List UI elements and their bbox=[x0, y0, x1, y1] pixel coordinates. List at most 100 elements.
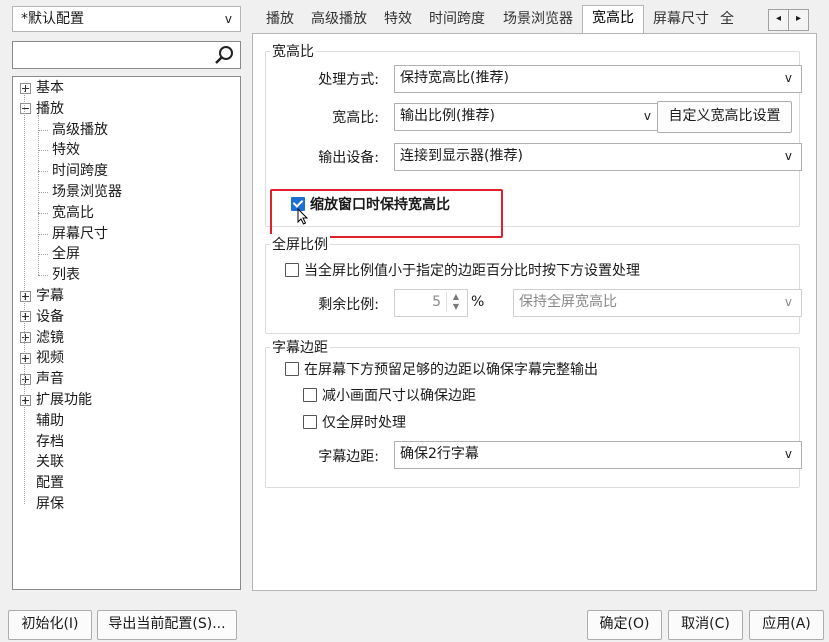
settings-panel: 宽高比 处理方式: 保持宽高比(推荐) v 宽高比: 输出比例(推荐) v 自定… bbox=[252, 33, 817, 591]
tree-item[interactable]: 设备 bbox=[20, 307, 64, 327]
shrink-picture-label: 减小画面尺寸以确保边距 bbox=[322, 388, 476, 404]
tree-item[interactable]: 存档 bbox=[20, 432, 64, 452]
tree-item-label: 场景浏览器 bbox=[52, 184, 122, 200]
expand-plus-icon[interactable] bbox=[20, 290, 31, 302]
tree-item[interactable]: 扩展功能 bbox=[20, 390, 92, 410]
tree-connector bbox=[38, 171, 48, 173]
tree-item[interactable]: 屏保 bbox=[20, 494, 64, 514]
export-config-button[interactable]: 导出当前配置(S)... bbox=[97, 610, 237, 640]
fullscreen-only-label: 仅全屏时处理 bbox=[322, 415, 406, 431]
fullscreen-only-checkbox[interactable]: 仅全屏时处理 bbox=[303, 414, 406, 432]
method-select[interactable]: 保持宽高比(推荐) v bbox=[394, 65, 802, 93]
keep-aspect-on-resize-checkbox[interactable]: 缩放窗口时保持宽高比 bbox=[291, 196, 450, 214]
tree-item-label: 特效 bbox=[52, 142, 80, 159]
tree-guide-line bbox=[38, 114, 39, 276]
chevron-down-icon: v bbox=[784, 149, 792, 163]
remaining-spinner[interactable]: 5 ▲ ▼ bbox=[394, 289, 468, 317]
tree-item[interactable]: 播放 bbox=[20, 99, 64, 119]
ratio-select[interactable]: 输出比例(推荐) v bbox=[394, 103, 661, 131]
tree-connector bbox=[38, 192, 48, 193]
tree-item[interactable]: 全屏 bbox=[52, 244, 80, 264]
tree-item-label: 基本 bbox=[36, 80, 64, 96]
spinner-arrows-icon[interactable]: ▲ ▼ bbox=[446, 292, 465, 312]
device-select[interactable]: 连接到显示器(推荐) v bbox=[394, 143, 802, 171]
fullscreen-process-checkbox[interactable]: 当全屏比例值小于指定的边距百分比时按下方设置处理 bbox=[285, 262, 640, 280]
remaining-unit: % bbox=[471, 294, 485, 310]
tree-item[interactable]: 声音 bbox=[20, 369, 64, 389]
tree-item-label: 字幕 bbox=[36, 288, 64, 304]
custom-aspect-button[interactable]: 自定义宽高比设置 bbox=[657, 101, 792, 133]
search-input[interactable] bbox=[12, 41, 241, 69]
tab-item[interactable]: 高级播放 bbox=[304, 7, 374, 33]
tree-connector bbox=[38, 129, 48, 131]
tree-item-label: 设备 bbox=[36, 308, 64, 325]
mouse-cursor-icon bbox=[297, 208, 308, 225]
tree-item[interactable]: 关联 bbox=[20, 452, 64, 472]
collapse-minus-icon[interactable] bbox=[20, 103, 31, 115]
subtitle-reserve-checkbox[interactable]: 在屏幕下方预留足够的边距以确保字幕完整输出 bbox=[285, 361, 598, 379]
search-icon[interactable] bbox=[214, 45, 234, 65]
tree-item-label: 辅助 bbox=[36, 412, 64, 429]
tree-item[interactable]: 字幕 bbox=[20, 286, 64, 306]
chevron-down-icon: v bbox=[784, 447, 792, 461]
tab-scroll-right-button[interactable]: ▸ bbox=[788, 9, 809, 31]
fullscreen-process-label: 当全屏比例值小于指定的边距百分比时按下方设置处理 bbox=[304, 263, 640, 279]
tree-connector bbox=[38, 254, 48, 256]
method-select-value: 保持宽高比(推荐) bbox=[400, 70, 509, 86]
cancel-button[interactable]: 取消(C) bbox=[668, 610, 743, 640]
tree-item[interactable]: 滤镜 bbox=[20, 328, 64, 348]
tab-item[interactable]: 播放 bbox=[260, 7, 300, 33]
tree-item[interactable]: 列表 bbox=[52, 265, 80, 285]
tree-item[interactable]: 辅助 bbox=[20, 411, 64, 431]
subtitle-margin-select[interactable]: 确保2行字幕 v bbox=[394, 441, 802, 469]
tree-item-label: 声音 bbox=[36, 371, 64, 388]
tree-item-label: 存档 bbox=[36, 433, 64, 450]
settings-tree[interactable]: 基本播放高级播放特效时间跨度场景浏览器宽高比 屏幕尺寸 全屏列表字幕设备滤镜视频声音… bbox=[12, 76, 241, 590]
tab-item[interactable]: 全 bbox=[720, 7, 738, 33]
shrink-picture-checkbox[interactable]: 减小画面尺寸以确保边距 bbox=[303, 387, 476, 405]
expand-plus-icon[interactable] bbox=[20, 352, 31, 364]
expand-plus-icon[interactable] bbox=[20, 311, 31, 323]
expand-plus-icon[interactable] bbox=[20, 373, 31, 385]
aspect-group-title: 宽高比 bbox=[270, 41, 316, 61]
tab-item[interactable]: 场景浏览器 bbox=[496, 7, 580, 33]
ratio-label: 宽高比: bbox=[332, 110, 379, 126]
tree-item[interactable]: 视频 bbox=[20, 348, 64, 368]
subtitle-group-title: 字幕边距 bbox=[270, 337, 330, 357]
tree-item-label: 滤镜 bbox=[36, 329, 64, 346]
tree-item[interactable]: 高级播放 bbox=[52, 120, 108, 140]
init-button[interactable]: 初始化(I) bbox=[8, 610, 92, 640]
profile-select[interactable]: *默认配置 v bbox=[12, 6, 241, 32]
chevron-down-icon: v bbox=[784, 71, 792, 85]
tree-connector bbox=[38, 150, 48, 152]
tree-item[interactable]: 特效 bbox=[52, 140, 80, 160]
tree-item[interactable]: 配置 bbox=[20, 473, 64, 493]
tree-item[interactable]: 屏幕尺寸 bbox=[52, 224, 108, 244]
tab-bar: 全屏幕尺寸 宽高比 场景浏览器 时间跨度 特效 高级播放 播放 ◂ ▸ bbox=[252, 0, 829, 36]
tree-item-label: 时间跨度 bbox=[52, 163, 108, 180]
tree-item-label: 配置 bbox=[36, 475, 64, 492]
tree-item-label: 高级播放 bbox=[52, 121, 108, 138]
apply-button[interactable]: 应用(A) bbox=[749, 610, 824, 640]
tree-item[interactable]: 时间跨度 bbox=[52, 161, 108, 181]
tab-scroll-left-button[interactable]: ◂ bbox=[768, 9, 789, 31]
tab-item[interactable]: 时间跨度 bbox=[422, 7, 492, 33]
ok-button[interactable]: 确定(O) bbox=[587, 610, 662, 640]
expand-plus-icon[interactable] bbox=[20, 332, 31, 344]
checkbox-icon bbox=[303, 415, 317, 429]
fullscreen-mode-select[interactable]: 保持全屏宽高比 v bbox=[513, 289, 802, 317]
fullscreen-group-title: 全屏比例 bbox=[270, 234, 330, 254]
tab-item[interactable]: 宽高比 bbox=[582, 5, 644, 36]
remaining-label: 剩余比例: bbox=[318, 297, 379, 313]
tree-item[interactable]: 场景浏览器 bbox=[52, 182, 122, 202]
device-label: 输出设备: bbox=[318, 150, 379, 166]
tree-item[interactable]: 基本 bbox=[20, 78, 64, 98]
checkbox-icon bbox=[285, 362, 299, 376]
tab-item[interactable]: 特效 bbox=[378, 7, 418, 33]
expand-plus-icon[interactable] bbox=[20, 394, 31, 406]
tree-item-label: 列表 bbox=[52, 267, 80, 284]
expand-plus-icon[interactable] bbox=[20, 82, 31, 94]
fullscreen-mode-value: 保持全屏宽高比 bbox=[519, 294, 617, 310]
tree-item[interactable]: 宽高比 bbox=[52, 203, 94, 223]
tab-item[interactable]: 屏幕尺寸 bbox=[646, 7, 716, 33]
